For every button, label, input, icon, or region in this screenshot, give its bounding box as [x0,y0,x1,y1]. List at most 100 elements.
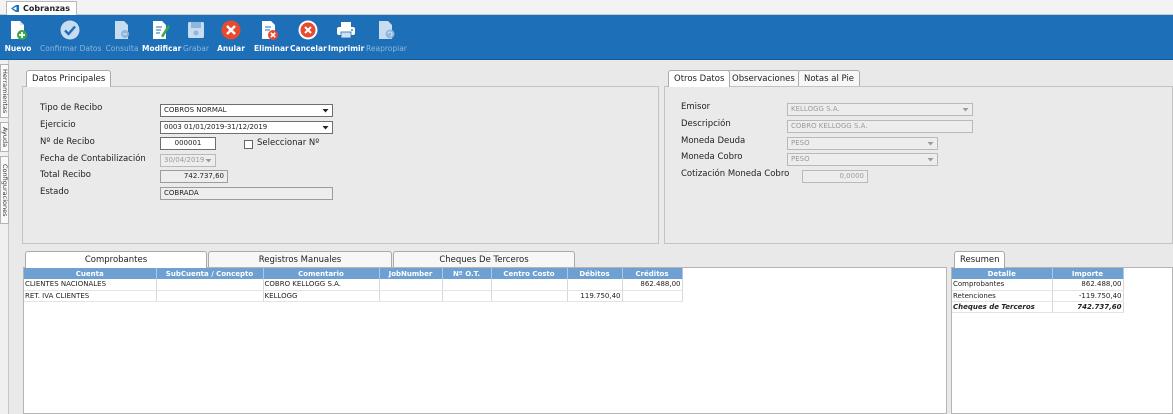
grid-header-row: Detalle Importe [952,268,1124,279]
otros-datos-panel: Emisor KELLOGG S.A. Descripción COBRO KE… [664,86,1173,244]
query-button[interactable]: Consulta [104,17,140,57]
cell-cuenta: CLIENTES NACIONALES [24,279,157,291]
new-doc-icon [11,21,27,40]
col-creditos[interactable]: Créditos [622,268,683,279]
nro-recibo-input[interactable]: 000001 [160,137,216,150]
col-cuenta[interactable]: Cuenta [24,268,157,279]
table-row[interactable]: Retenciones -119.750,40 [952,290,1124,302]
cell-detalle: Retenciones [952,290,1053,302]
estado-label: Estado [40,187,69,197]
table-row[interactable]: CLIENTES NACIONALES COBRO KELLOGG S.A. 8… [24,279,683,291]
datos-principales-panel: Tipo de Recibo COBROS NORMAL Ejercicio 0… [22,86,659,244]
nro-recibo-label: Nº de Recibo [40,137,95,147]
ejercicio-label: Ejercicio [40,120,76,130]
cell-importe: 742.737,60 [1052,301,1124,313]
cell-comentario: COBRO KELLOGG S.A. [263,279,380,291]
ejercicio-select[interactable]: 0003 01/01/2019-31/12/2019 [160,121,333,134]
resumen-grid: Detalle Importe Comprobantes 862.488,00 … [951,267,1173,414]
tipo-recibo-select[interactable]: COBROS NORMAL [160,104,333,117]
fecha-label: Fecha de Contabilización [40,154,146,164]
cell-centro-costo [491,290,568,302]
col-subcuenta[interactable]: SubCuenta / Concepto [156,268,264,279]
tab-datos-principales[interactable]: Datos Principales [26,70,112,87]
cell-comentario: KELLOGG [263,290,380,302]
window-title: Cobranzas [23,4,70,13]
table-row[interactable]: RET. IVA CLIENTES KELLOGG 119.750,40 [24,290,683,302]
seleccionar-label: Seleccionar Nº [257,138,320,148]
cell-importe: 862.488,00 [1052,279,1124,291]
reassign-doc-icon [379,21,395,39]
side-tab-strip: Herramientas Ayuda Configuraciones [0,60,9,414]
reassign-button[interactable]: Reapropiar [366,17,407,57]
cell-creditos: 862.488,00 [622,279,683,291]
side-tab-tools[interactable]: Herramientas [0,64,9,118]
moneda-cobro-select[interactable]: PESO [787,153,938,166]
tab-otros-datos[interactable]: Otros Datos [668,70,731,87]
cell-nro-ot [442,290,492,302]
tipo-recibo-label: Tipo de Recibo [40,103,103,113]
printer-icon [337,22,355,39]
chevron-down-icon [322,109,329,113]
chevron-down-icon [322,126,329,130]
toolbar: Nuevo Confirmar Datos Consulta Modificar… [0,15,1173,60]
total-recibo-value: 742.737,60 [160,170,228,183]
cotizacion-label: Cotización Moneda Cobro [681,169,790,179]
void-button[interactable]: Anular [216,17,246,57]
col-detalle[interactable]: Detalle [952,268,1053,279]
chevron-down-icon [927,158,934,162]
side-tab-settings[interactable]: Configuraciones [0,156,9,224]
table-row[interactable]: Comprobantes 862.488,00 [952,279,1124,291]
app-icon [11,5,19,12]
new-button[interactable]: Nuevo [4,17,32,57]
tab-comprobantes[interactable]: Comprobantes [25,251,207,268]
comprobantes-grid: Cuenta SubCuenta / Concepto Comentario J… [23,267,947,414]
cell-cuenta: RET. IVA CLIENTES [24,290,157,302]
cotizacion-input[interactable]: 0,0000 [802,170,868,183]
window-tab-bar: Cobranzas [0,0,1173,15]
tab-notas-al-pie[interactable]: Notas al Pie [798,70,861,87]
total-recibo-label: Total Recibo [40,170,91,180]
col-debitos[interactable]: Débitos [567,268,623,279]
seleccionar-checkbox[interactable] [244,140,253,149]
cell-detalle: Comprobantes [952,279,1053,291]
moneda-cobro-label: Moneda Cobro [681,152,743,162]
cell-jobnumber [379,290,443,302]
delete-button[interactable]: Eliminar [254,17,289,57]
cell-debitos [567,279,623,291]
emisor-select[interactable]: KELLOGG S.A. [787,103,973,116]
print-button[interactable]: Imprimir [328,17,364,57]
save-icon [188,22,204,38]
tab-observaciones[interactable]: Observaciones [726,70,801,87]
window-tab-cobranzas[interactable]: Cobranzas [6,1,77,15]
chevron-down-icon [962,108,969,112]
cell-importe: -119.750,40 [1052,290,1124,302]
col-nro-ot[interactable]: Nº O.T. [442,268,492,279]
cell-creditos [622,290,683,302]
tab-cheques-terceros[interactable]: Cheques De Terceros [393,251,575,268]
moneda-deuda-select[interactable]: PESO [787,137,938,150]
cancel-circle-icon [298,20,318,40]
cell-nro-ot [442,279,492,291]
col-jobnumber[interactable]: JobNumber [379,268,443,279]
cancel-button[interactable]: Cancelar [290,17,327,57]
col-centro-costo[interactable]: Centro Costo [491,268,568,279]
chevron-down-icon [205,159,212,163]
table-row-total[interactable]: Cheques de Terceros 742.737,60 [952,301,1124,313]
modify-button[interactable]: Modificar [142,17,181,57]
estado-value: COBRADA [160,187,333,200]
confirm-data-button[interactable]: Confirmar Datos [40,17,101,57]
tab-registros-manuales[interactable]: Registros Manuales [208,251,392,268]
col-importe[interactable]: Importe [1052,268,1124,279]
search-doc-icon [115,21,129,39]
descripcion-input[interactable]: COBRO KELLOGG S.A. [787,120,973,133]
emisor-label: Emisor [681,102,711,112]
cell-subcuenta [156,279,264,291]
delete-doc-icon [262,21,278,40]
cell-subcuenta [156,290,264,302]
tab-resumen[interactable]: Resumen [954,251,1006,268]
check-icon [60,20,80,40]
side-tab-help[interactable]: Ayuda [0,122,9,152]
col-comentario[interactable]: Comentario [263,268,380,279]
save-button[interactable]: Grabar [182,17,210,57]
fecha-picker[interactable]: 30/04/2019 [160,154,216,167]
